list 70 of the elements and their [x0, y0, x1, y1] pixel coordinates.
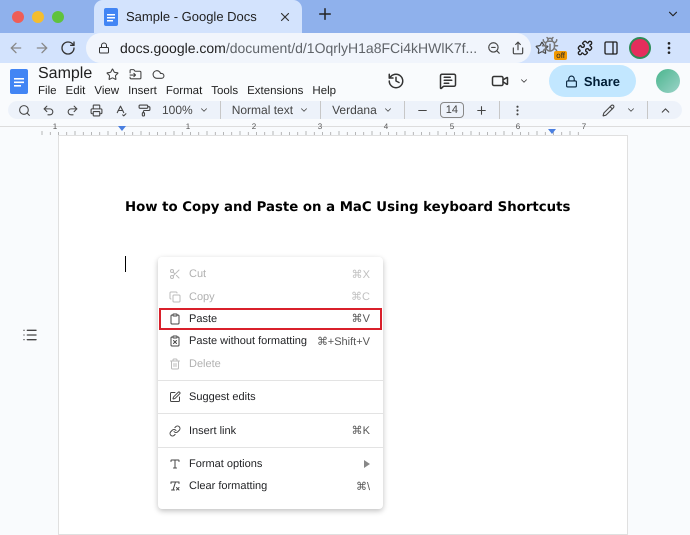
cloud-icon[interactable] [152, 68, 166, 80]
lock-icon [98, 42, 110, 54]
menu-item[interactable]: Extensions [247, 85, 308, 97]
menu-item[interactable]: Clear formatting ⌘\ [159, 475, 382, 498]
spellcheck-icon[interactable] [114, 104, 127, 116]
style-dropdown[interactable]: Normal text [232, 103, 310, 117]
search-icon[interactable] [18, 104, 31, 116]
trash-icon [169, 358, 181, 370]
document-icon [104, 8, 118, 26]
scissors-icon [169, 268, 181, 280]
printer-icon[interactable] [90, 104, 103, 116]
font-dropdown[interactable]: Verdana [332, 103, 393, 117]
menu-item[interactable]: File [38, 85, 62, 97]
menu-item[interactable]: Paste ⌘V [159, 308, 382, 330]
ruler-number: 5 [450, 122, 454, 131]
puzzle-icon[interactable] [577, 40, 593, 56]
menu-item[interactable]: Insert [128, 85, 162, 97]
history-icon[interactable] [386, 72, 405, 90]
clipboard-x-icon [169, 335, 181, 348]
ruler-number: 3 [318, 122, 322, 131]
submenu-arrow-icon [364, 460, 370, 468]
menu-item[interactable]: Paste without formatting ⌘+Shift+V [159, 330, 382, 353]
document-heading: How to Copy and Paste on a MaC Using keyboard Shortcuts [125, 200, 572, 215]
ruler-number: 2 [252, 122, 256, 131]
ruler-number: 6 [516, 122, 520, 131]
menu-item[interactable]: Suggest edits [159, 386, 382, 408]
redo-icon[interactable] [66, 104, 79, 116]
menu-item[interactable]: Format [166, 85, 208, 97]
menu-item[interactable]: Tools [211, 85, 244, 97]
document-title[interactable]: Sample [38, 65, 92, 83]
zoom-out-icon[interactable] [487, 41, 502, 55]
ruler-number: 4 [384, 122, 388, 131]
menu-item[interactable]: Format options [159, 452, 382, 476]
side-panel-icon[interactable] [603, 40, 619, 56]
share-button[interactable]: Share [548, 65, 636, 97]
ruler-number: 7 [582, 122, 586, 131]
undo-icon[interactable] [42, 104, 55, 116]
new-tab-icon[interactable] [316, 5, 334, 23]
copy-icon [169, 290, 181, 303]
menu-item[interactable]: Help [312, 85, 342, 97]
star-icon[interactable] [535, 41, 550, 55]
profile-avatar[interactable] [629, 37, 651, 59]
browser-tab[interactable]: Sample - Google Docs [94, 0, 302, 33]
url-text: docs.google.com/document/d/1OqrlyH1a8FCi4kHWlK7f... [120, 40, 478, 56]
back-icon[interactable] [8, 40, 24, 56]
lock-icon [564, 74, 578, 88]
forward-icon[interactable] [34, 40, 50, 56]
extension-badge: off [554, 51, 567, 60]
pen-square-icon [169, 391, 181, 404]
text-size-icon [169, 458, 181, 470]
reload-icon[interactable] [60, 40, 76, 56]
docs-logo[interactable] [10, 68, 28, 94]
ruler-number: 1 [52, 122, 58, 131]
folder-icon[interactable] [129, 68, 142, 80]
menu-item[interactable]: Edit [66, 85, 90, 97]
ruler-number: 1 [186, 122, 190, 131]
share-icon[interactable] [511, 41, 526, 55]
pencil-icon[interactable] [602, 104, 615, 116]
zoom-dropdown[interactable]: 100% [162, 103, 209, 117]
menu-item[interactable]: Insert link ⌘K [159, 419, 382, 442]
paint-format-icon[interactable] [138, 104, 151, 116]
star-icon[interactable] [106, 68, 120, 80]
comment-icon[interactable] [438, 72, 457, 90]
clipboard-icon [169, 312, 181, 325]
text-cursor [125, 256, 126, 272]
clear-format-icon [169, 480, 181, 492]
menu-item[interactable]: View [94, 85, 124, 97]
plus-icon[interactable] [475, 104, 488, 116]
link-icon [169, 424, 181, 437]
font-size-field[interactable]: 14 [440, 102, 464, 118]
